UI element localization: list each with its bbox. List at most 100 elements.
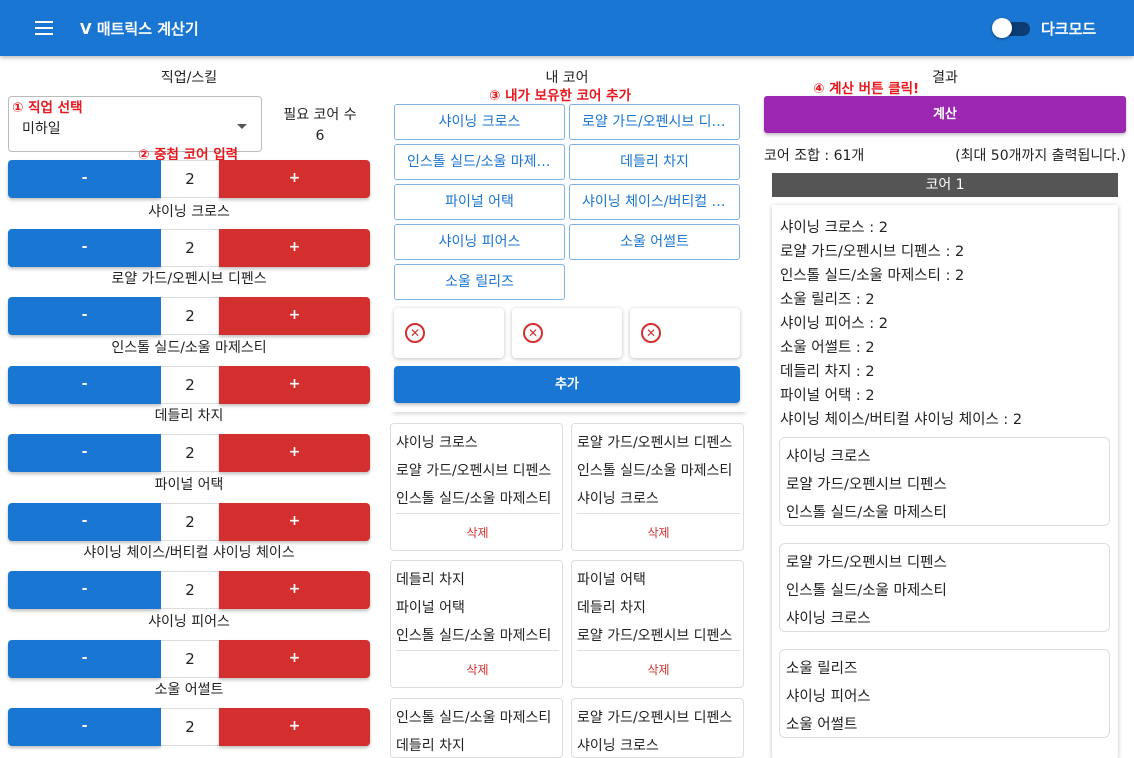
- skill-label: 인스톨 실드/소울 마제스티: [111, 340, 267, 356]
- increment-button[interactable]: +: [219, 434, 370, 472]
- count-value: 2: [161, 434, 219, 472]
- increment-button[interactable]: +: [219, 297, 370, 335]
- skill-stepper: - 2 +: [8, 571, 370, 609]
- core-item: 샤이닝 크로스: [577, 491, 659, 507]
- core-item: 인스톨 실드/소울 마제스티: [786, 583, 947, 599]
- job-select-value: 미하일: [22, 121, 61, 137]
- skill-label: 파이널 어택: [154, 477, 224, 493]
- decrement-button[interactable]: -: [8, 708, 161, 746]
- core-select-button[interactable]: 인스톨 실드/소울 마제스티: [394, 144, 565, 180]
- increment-button[interactable]: +: [219, 640, 370, 678]
- result-core-card: 소울 릴리즈 샤이닝 피어스 소울 어썰트: [779, 649, 1110, 738]
- core-select-button[interactable]: 샤이닝 체이스/버티컬 샤이닝 체이스: [569, 184, 740, 220]
- dark-mode-label: 다크모드: [1041, 20, 1097, 38]
- increment-button[interactable]: +: [219, 229, 370, 267]
- skill-stepper: - 2 +: [8, 708, 370, 746]
- core-select-button[interactable]: 데들리 차지: [569, 144, 740, 180]
- increment-button[interactable]: +: [219, 708, 370, 746]
- core-item: 파이널 어택: [577, 572, 646, 588]
- divider: [396, 513, 559, 514]
- combo-title: 코어 1: [772, 173, 1118, 197]
- summary-line: 데들리 차지 : 2: [780, 364, 875, 380]
- summary-line: 소울 릴리즈 : 2: [780, 292, 875, 308]
- increment-button[interactable]: +: [219, 160, 370, 198]
- core-item: 소울 릴리즈: [786, 661, 858, 677]
- annotation-add-core: ③ 내가 보유한 코어 추가: [489, 88, 632, 104]
- owned-core-card: 데들리 차지 파이널 어택 인스톨 실드/소울 마제스티 삭제: [390, 560, 563, 688]
- summary-line: 샤이닝 피어스 : 2: [780, 316, 888, 332]
- skill-stepper: - 2 +: [8, 503, 370, 541]
- core-select-button[interactable]: 소울 어썰트: [569, 224, 740, 260]
- count-value: 2: [161, 297, 219, 335]
- clear-icon[interactable]: ✕: [405, 323, 425, 343]
- decrement-button[interactable]: -: [8, 229, 161, 267]
- summary-line: 소울 어썰트 : 2: [780, 340, 875, 356]
- core-slot[interactable]: ✕: [512, 308, 622, 358]
- decrement-button[interactable]: -: [8, 434, 161, 472]
- app-title: V 매트릭스 계산기: [80, 20, 199, 38]
- divider: [390, 404, 748, 412]
- core-item: 인스톨 실드/소울 마제스티: [577, 463, 733, 479]
- core-select-button[interactable]: 샤이닝 피어스: [394, 224, 565, 260]
- count-value: 2: [161, 160, 219, 198]
- add-core-button[interactable]: 추가: [394, 366, 740, 403]
- chevron-down-icon: [237, 124, 247, 129]
- owned-core-card: 로얄 가드/오펜시브 디펜스 샤이닝 크로스: [571, 698, 744, 758]
- calculate-button[interactable]: 계산: [764, 96, 1126, 133]
- increment-button[interactable]: +: [219, 366, 370, 404]
- decrement-button[interactable]: -: [8, 160, 161, 198]
- count-value: 2: [161, 708, 219, 746]
- core-item: 로얄 가드/오펜시브 디펜스: [786, 477, 947, 493]
- owned-core-card: 파이널 어택 데들리 차지 로얄 가드/오펜시브 디펜스 삭제: [571, 560, 744, 688]
- clear-icon[interactable]: ✕: [523, 323, 543, 343]
- delete-button[interactable]: 삭제: [572, 524, 743, 541]
- core-item: 샤이닝 크로스: [577, 738, 659, 754]
- decrement-button[interactable]: -: [8, 503, 161, 541]
- skill-label: 샤이닝 피어스: [148, 614, 230, 630]
- delete-button[interactable]: 삭제: [391, 661, 562, 678]
- increment-button[interactable]: +: [219, 571, 370, 609]
- core-item: 데들리 차지: [396, 572, 465, 588]
- owned-core-card: 인스톨 실드/소울 마제스티 데들리 차지: [390, 698, 563, 758]
- core-select-button[interactable]: 소울 릴리즈: [394, 264, 565, 300]
- skill-stepper: - 2 +: [8, 229, 370, 267]
- dark-mode-toggle[interactable]: [992, 18, 1030, 38]
- combo-count: 코어 조합 : 61개: [764, 148, 865, 164]
- decrement-button[interactable]: -: [8, 366, 161, 404]
- owned-core-card: 샤이닝 크로스 로얄 가드/오펜시브 디펜스 인스톨 실드/소울 마제스티 삭제: [390, 423, 563, 551]
- core-item: 소울 어썰트: [786, 717, 858, 733]
- decrement-button[interactable]: -: [8, 571, 161, 609]
- summary-line: 샤이닝 크로스 : 2: [780, 220, 888, 236]
- max-output-note: (최대 50개까지 출력됩니다.): [955, 148, 1126, 164]
- core-slot[interactable]: ✕: [630, 308, 740, 358]
- core-item: 데들리 차지: [396, 738, 465, 754]
- skill-label: 소울 어썰트: [154, 682, 224, 698]
- count-value: 2: [161, 640, 219, 678]
- decrement-button[interactable]: -: [8, 297, 161, 335]
- summary-line: 샤이닝 체이스/버티컬 샤이닝 체이스 : 2: [780, 412, 1023, 428]
- core-item: 샤이닝 피어스: [786, 689, 871, 705]
- core-item: 로얄 가드/오펜시브 디펜스: [786, 555, 947, 571]
- required-core-label: 필요 코어 수: [283, 107, 357, 123]
- delete-button[interactable]: 삭제: [572, 661, 743, 678]
- summary-line: 로얄 가드/오펜시브 디펜스 : 2: [780, 244, 965, 260]
- menu-icon[interactable]: [30, 14, 58, 42]
- decrement-button[interactable]: -: [8, 640, 161, 678]
- count-value: 2: [161, 366, 219, 404]
- core-slot[interactable]: ✕: [394, 308, 504, 358]
- skill-stepper: - 2 +: [8, 640, 370, 678]
- core-select-button[interactable]: 샤이닝 크로스: [394, 104, 565, 140]
- core-select-button[interactable]: 로얄 가드/오펜시브 디펜스: [569, 104, 740, 140]
- delete-button[interactable]: 삭제: [391, 524, 562, 541]
- skill-label: 로얄 가드/오펜시브 디펜스: [111, 271, 267, 287]
- count-value: 2: [161, 229, 219, 267]
- increment-button[interactable]: +: [219, 503, 370, 541]
- core-select-button[interactable]: 파이널 어택: [394, 184, 565, 220]
- summary-line: 인스톨 실드/소울 마제스티 : 2: [780, 268, 965, 284]
- job-skill-header: 직업/스킬: [160, 70, 218, 86]
- skill-label: 데들리 차지: [154, 408, 224, 424]
- skill-label: 샤이닝 체이스/버티컬 샤이닝 체이스: [83, 545, 295, 561]
- clear-icon[interactable]: ✕: [641, 323, 661, 343]
- divider: [577, 650, 740, 651]
- skill-label: 샤이닝 크로스: [148, 204, 230, 220]
